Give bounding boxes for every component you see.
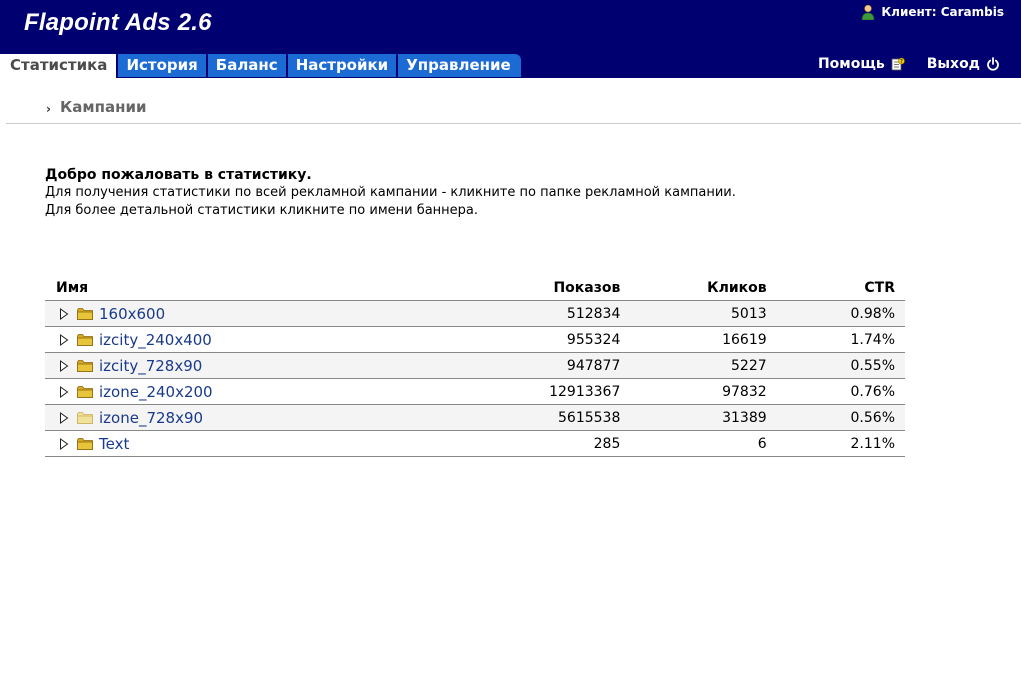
column-header-shows[interactable]: Показов [470,276,621,301]
shows-cell: 5615538 [470,404,621,431]
logout-link[interactable]: Выход [927,56,1000,72]
campaign-name-cell: Text [45,430,471,457]
app-header: Flapoint Ads 2.6 Клиент: Carambis Статис… [0,0,1021,78]
campaign-stats-table: Имя Показов Кликов CTR 160x600 512834 50… [45,276,905,457]
client-info: Клиент: Carambis [861,4,1004,20]
main-tabs: Статистика История Баланс Настройки Упра… [0,54,521,78]
welcome-message: Добро пожаловать в статистику. Для получ… [45,166,736,220]
clicks-cell: 5013 [620,300,767,327]
campaign-name-cell: izcity_728x90 [45,352,471,379]
ctr-cell: 2.11% [766,430,905,457]
table-row: Text 285 6 2.11% [45,430,905,457]
clicks-cell: 97832 [620,378,767,405]
ctr-cell: 0.56% [766,404,905,431]
folder-icon[interactable] [77,359,93,372]
campaign-name-cell: izcity_240x400 [45,326,471,353]
user-icon [862,4,875,20]
expand-triangle-icon[interactable] [59,385,69,398]
table-row: izcity_240x400 955324 16619 1.74% [45,326,905,353]
shows-cell: 947877 [470,352,621,379]
shows-cell: 12913367 [470,378,621,405]
help-icon: ? [891,57,905,71]
campaign-link[interactable]: izone_240x200 [99,383,213,401]
breadcrumb-current: Кампании [59,98,147,116]
folder-icon[interactable] [77,437,93,450]
campaign-link[interactable]: izone_728x90 [99,409,203,427]
welcome-line-2: Для более детальной статистики кликните … [45,203,479,218]
app-title: Flapoint Ads 2.6 [24,9,212,36]
expand-triangle-icon[interactable] [59,411,69,424]
expand-triangle-icon[interactable] [59,307,69,320]
expand-triangle-icon[interactable] [59,359,69,372]
clicks-cell: 16619 [620,326,767,353]
campaign-name-cell: 160x600 [45,300,471,327]
expand-triangle-icon[interactable] [59,437,69,450]
ctr-cell: 0.55% [766,352,905,379]
folder-icon[interactable] [77,385,93,398]
chevron-right-icon: › [46,102,51,116]
table-row: izcity_728x90 947877 5227 0.55% [45,352,905,379]
campaign-link[interactable]: izcity_240x400 [99,331,212,349]
table-row: izone_728x90 5615538 31389 0.56% [45,404,905,431]
ctr-cell: 1.74% [766,326,905,353]
ctr-cell: 0.98% [766,300,905,327]
table-row: izone_240x200 12913367 97832 0.76% [45,378,905,405]
shows-cell: 285 [470,430,621,457]
ctr-cell: 0.76% [766,378,905,405]
welcome-title: Добро пожаловать в статистику. [45,167,312,183]
help-link[interactable]: Помощь ? [818,56,905,72]
clicks-cell: 31389 [620,404,767,431]
tab-balance[interactable]: Баланс [207,54,288,77]
table-header-row: Имя Показов Кликов CTR [45,276,905,301]
divider [6,123,1021,124]
breadcrumb: › Кампании [46,98,146,116]
campaign-name-cell: izone_728x90 [45,404,471,431]
header-actions: Помощь ? Выход [818,56,1000,72]
clicks-cell: 5227 [620,352,767,379]
tab-history[interactable]: История [118,54,208,77]
welcome-line-1: Для получения статистики по всей рекламн… [45,185,736,200]
column-header-ctr[interactable]: CTR [766,276,905,301]
tab-management[interactable]: Управление [398,54,521,77]
tab-settings[interactable]: Настройки [287,54,399,77]
table-row: 160x600 512834 5013 0.98% [45,300,905,327]
folder-icon[interactable] [77,333,93,346]
svg-text:?: ? [900,59,903,65]
shows-cell: 512834 [470,300,621,327]
client-label: Клиент: Carambis [881,5,1004,19]
column-header-name[interactable]: Имя [45,276,471,301]
campaign-link[interactable]: izcity_728x90 [99,357,202,375]
folder-icon[interactable] [77,307,93,320]
logout-label: Выход [926,56,980,72]
column-header-clicks[interactable]: Кликов [620,276,767,301]
shows-cell: 955324 [470,326,621,353]
power-icon [987,57,999,71]
folder-icon[interactable] [77,411,93,424]
tab-statistics[interactable]: Статистика [0,54,119,78]
campaign-link[interactable]: 160x600 [99,305,165,323]
campaign-name-cell: izone_240x200 [45,378,471,405]
help-label: Помощь [817,56,885,72]
campaign-link[interactable]: Text [99,435,129,453]
clicks-cell: 6 [620,430,767,457]
expand-triangle-icon[interactable] [59,333,69,346]
